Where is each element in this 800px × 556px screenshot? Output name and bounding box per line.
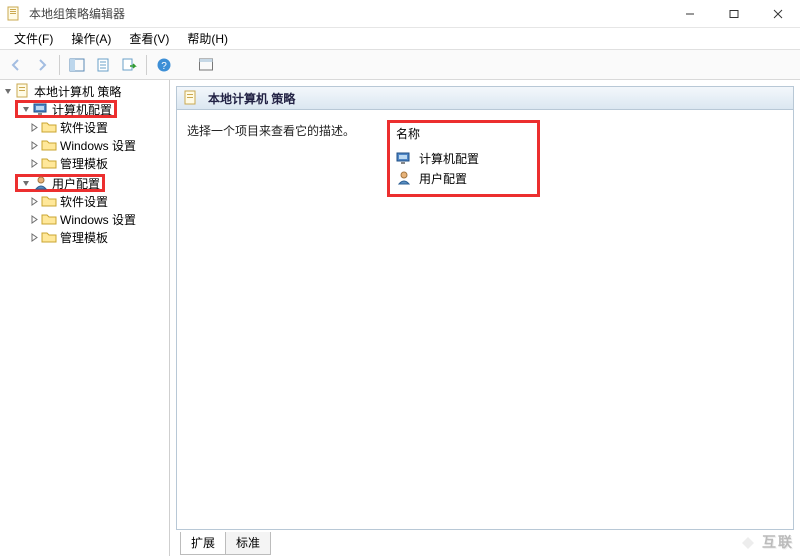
- policy-icon: [15, 83, 31, 99]
- tree-software-settings[interactable]: 软件设置: [0, 118, 169, 136]
- title-bar: 本地组策略编辑器: [0, 0, 800, 28]
- menu-view[interactable]: 查看(V): [121, 28, 177, 49]
- user-icon: [33, 175, 49, 191]
- tree-label: 软件设置: [60, 119, 108, 136]
- tree-user-config-label: 用户配置: [52, 175, 100, 192]
- tree-software-settings-2[interactable]: 软件设置: [0, 192, 169, 210]
- expand-icon[interactable]: [28, 121, 40, 133]
- properties-button[interactable]: [91, 53, 115, 77]
- folder-icon: [41, 193, 57, 209]
- menu-action[interactable]: 操作(A): [63, 28, 119, 49]
- window-controls: [668, 0, 800, 28]
- watermark: 互联: [740, 532, 794, 552]
- main-area: 本地计算机 策略 计算机配置 软件设置: [0, 80, 800, 556]
- help-button[interactable]: ?: [152, 53, 176, 77]
- tree-label: 管理模板: [60, 155, 108, 172]
- list-item-label: 用户配置: [419, 170, 467, 187]
- folder-icon: [41, 155, 57, 171]
- export-list-button[interactable]: [117, 53, 141, 77]
- list-item-computer-config[interactable]: 计算机配置: [396, 148, 479, 168]
- expand-icon[interactable]: [28, 231, 40, 243]
- computer-icon: [33, 101, 49, 117]
- toolbar: ?: [0, 50, 800, 80]
- maximize-button[interactable]: [712, 0, 756, 28]
- folder-icon: [41, 229, 57, 245]
- tree-admin-templates[interactable]: 管理模板: [0, 154, 169, 172]
- show-hide-tree-button[interactable]: [65, 53, 89, 77]
- tree-windows-settings-2[interactable]: Windows 设置: [0, 210, 169, 228]
- content-header-title: 本地计算机 策略: [208, 90, 295, 107]
- expand-icon[interactable]: [28, 213, 40, 225]
- policy-icon: [183, 90, 199, 106]
- tree-label: Windows 设置: [60, 211, 136, 228]
- close-button[interactable]: [756, 0, 800, 28]
- folder-icon: [41, 211, 57, 227]
- tree-label: 软件设置: [60, 193, 108, 210]
- view-tabs: 扩展 标准: [176, 532, 794, 554]
- list-highlight: 名称 计算机配置 用户配置: [387, 120, 540, 197]
- list-column: 名称 计算机配置 用户配置: [387, 110, 793, 529]
- tree-computer-config-label: 计算机配置: [52, 101, 112, 118]
- toolbar-separator: [146, 55, 147, 75]
- content-body: 选择一个项目来查看它的描述。 名称 计算机配置 用户配置: [176, 110, 794, 530]
- tree-pane: 本地计算机 策略 计算机配置 软件设置: [0, 80, 170, 556]
- folder-icon: [41, 137, 57, 153]
- expand-icon[interactable]: [28, 157, 40, 169]
- tab-standard[interactable]: 标准: [225, 532, 271, 555]
- column-header-name[interactable]: 名称: [396, 125, 479, 142]
- content-pane: 本地计算机 策略 选择一个项目来查看它的描述。 名称 计算机配置: [170, 80, 800, 556]
- description-column: 选择一个项目来查看它的描述。: [177, 110, 387, 529]
- list-item-label: 计算机配置: [419, 150, 479, 167]
- tree-windows-settings[interactable]: Windows 设置: [0, 136, 169, 154]
- svg-text:?: ?: [161, 61, 167, 72]
- collapse-icon[interactable]: [20, 177, 32, 189]
- app-icon: [6, 6, 22, 22]
- content-header: 本地计算机 策略: [176, 86, 794, 110]
- expand-icon[interactable]: [28, 139, 40, 151]
- list-item-user-config[interactable]: 用户配置: [396, 168, 479, 188]
- tree-label: Windows 设置: [60, 137, 136, 154]
- menu-file[interactable]: 文件(F): [6, 28, 61, 49]
- tab-extended[interactable]: 扩展: [180, 532, 226, 555]
- watermark-text: 互联: [762, 534, 794, 550]
- expand-icon[interactable]: [28, 195, 40, 207]
- tree-root-label: 本地计算机 策略: [34, 83, 121, 100]
- description-hint: 选择一个项目来查看它的描述。: [187, 124, 355, 138]
- computer-icon: [396, 150, 412, 166]
- tree-admin-templates-2[interactable]: 管理模板: [0, 228, 169, 246]
- minimize-button[interactable]: [668, 0, 712, 28]
- window-title: 本地组策略编辑器: [29, 5, 125, 22]
- nav-forward-button[interactable]: [30, 53, 54, 77]
- menu-help[interactable]: 帮助(H): [179, 28, 236, 49]
- toolbar-separator: [59, 55, 60, 75]
- user-icon: [396, 170, 412, 186]
- filter-button[interactable]: [194, 53, 218, 77]
- collapse-icon[interactable]: [2, 85, 14, 97]
- tree-root[interactable]: 本地计算机 策略: [0, 82, 169, 100]
- tree-computer-config[interactable]: 计算机配置: [0, 100, 169, 118]
- menu-bar: 文件(F) 操作(A) 查看(V) 帮助(H): [0, 28, 800, 50]
- folder-icon: [41, 119, 57, 135]
- tree-user-config[interactable]: 用户配置: [0, 174, 169, 192]
- collapse-icon[interactable]: [20, 103, 32, 115]
- tree-label: 管理模板: [60, 229, 108, 246]
- nav-back-button[interactable]: [4, 53, 28, 77]
